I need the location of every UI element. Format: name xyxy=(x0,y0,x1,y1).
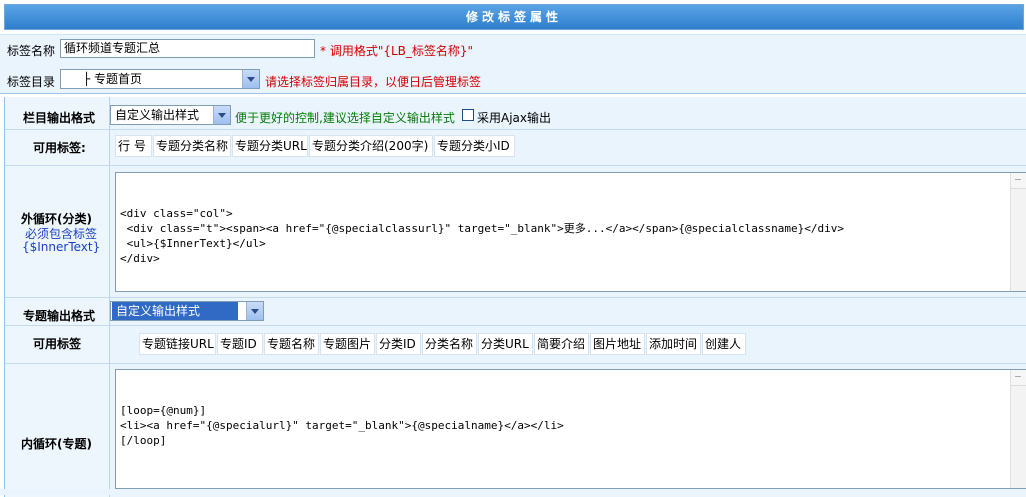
tag-dir-hint: 请选择标签归属目录，以便日后管理标签 xyxy=(265,75,482,89)
ajax-output-label: 采用Ajax输出 xyxy=(477,111,551,125)
tag-dir-value: ├ 专题首页 xyxy=(83,72,143,86)
tag-format-section: 栏目输出格式 自定义输出样式 便于更好的控制,建议选择自定义输出样式 采用Aja… xyxy=(4,97,1026,497)
tag-special-name[interactable]: 专题名称 xyxy=(264,333,319,355)
tag-row-number[interactable]: 行 号 xyxy=(115,135,152,157)
tag-class-url[interactable]: 专题分类URL xyxy=(232,135,308,157)
inner-loop-code: [loop={@num}] <li><a href="{@specialurl}… xyxy=(120,404,564,447)
tag-creator[interactable]: 创建人 xyxy=(702,333,746,355)
tag-class-intro[interactable]: 专题分类介绍(200字) xyxy=(309,135,433,157)
tag-class-url-2[interactable]: 分类URL xyxy=(478,333,533,355)
chevron-down-icon[interactable] xyxy=(213,106,230,124)
inner-loop-label: 内循环(专题) xyxy=(21,437,92,451)
tag-class-id[interactable]: 专题分类小ID xyxy=(434,135,515,157)
outer-loop-textarea[interactable]: <div class="col"> <div class="t"><span><… xyxy=(115,172,1026,292)
tag-class-name-2[interactable]: 分类名称 xyxy=(422,333,477,355)
inner-loop-textarea[interactable]: [loop={@num}] <li><a href="{@specialurl}… xyxy=(115,369,1026,489)
divider xyxy=(5,129,1026,130)
available-tags-bar: 行 号 专题分类名称 专题分类URL 专题分类介绍(200字) 专题分类小ID xyxy=(115,135,535,157)
column-output-value: 自定义输出样式 xyxy=(115,108,200,122)
scroll-up-button[interactable] xyxy=(1011,173,1026,189)
scrollbar[interactable] xyxy=(1010,173,1026,291)
divider xyxy=(5,165,1026,166)
column-output-hint: 便于更好的控制,建议选择自定义输出样式 xyxy=(235,111,455,125)
column-output-label: 栏目输出格式 xyxy=(23,111,96,125)
special-output-select[interactable]: 自定义输出样式 xyxy=(110,301,264,321)
tag-special-image[interactable]: 专题图片 xyxy=(320,333,375,355)
title-bar: 修改标签属性 xyxy=(0,0,1026,34)
chevron-down-icon[interactable] xyxy=(246,302,263,320)
tag-special-url[interactable]: 专题链接URL xyxy=(139,333,216,355)
scroll-up-button[interactable] xyxy=(1011,370,1026,386)
tag-brief-intro[interactable]: 简要介绍 xyxy=(534,333,589,355)
outer-loop-token: {$InnerText} xyxy=(22,240,101,254)
tag-special-id[interactable]: 专题ID xyxy=(217,333,263,355)
scrollbar[interactable] xyxy=(1010,370,1026,488)
chevron-down-icon[interactable] xyxy=(242,70,259,88)
tag-name-label: 标签名称 xyxy=(7,44,56,58)
tag-class-id-2[interactable]: 分类ID xyxy=(376,333,421,355)
special-output-value: 自定义输出样式 xyxy=(112,302,238,320)
available-tags-label-2: 可用标签 xyxy=(33,337,82,351)
tag-name-input[interactable]: 循环频道专题汇总 xyxy=(60,39,315,58)
divider xyxy=(5,363,1026,364)
tag-dir-label: 标签目录 xyxy=(7,75,56,89)
divider xyxy=(5,297,1026,298)
footer-strip xyxy=(0,489,1026,495)
outer-loop-code: <div class="col"> <div class="t"><span><… xyxy=(120,207,844,265)
ajax-output-checkbox[interactable] xyxy=(462,109,474,121)
page-title: 修改标签属性 xyxy=(4,4,1024,30)
column-output-select[interactable]: 自定义输出样式 xyxy=(110,105,231,125)
divider xyxy=(5,325,1026,326)
tag-add-time[interactable]: 添加时间 xyxy=(646,333,701,355)
tag-dir-select[interactable]: ├ 专题首页 xyxy=(60,69,260,89)
tag-class-name[interactable]: 专题分类名称 xyxy=(153,135,231,157)
tag-image-path[interactable]: 图片地址 xyxy=(590,333,645,355)
available-tags-bar-2: 专题链接URL 专题ID 专题名称 专题图片 分类ID 分类名称 分类URL 简… xyxy=(139,333,749,355)
tag-basic-section: 标签名称 循环频道专题汇总 * 调用格式"{LB_标签名称}" 标签目录 ├ 专… xyxy=(0,34,1026,94)
available-tags-label: 可用标签: xyxy=(33,141,86,155)
tag-name-hint: * 调用格式"{LB_标签名称}" xyxy=(320,44,474,58)
special-output-label: 专题输出格式 xyxy=(23,309,96,323)
